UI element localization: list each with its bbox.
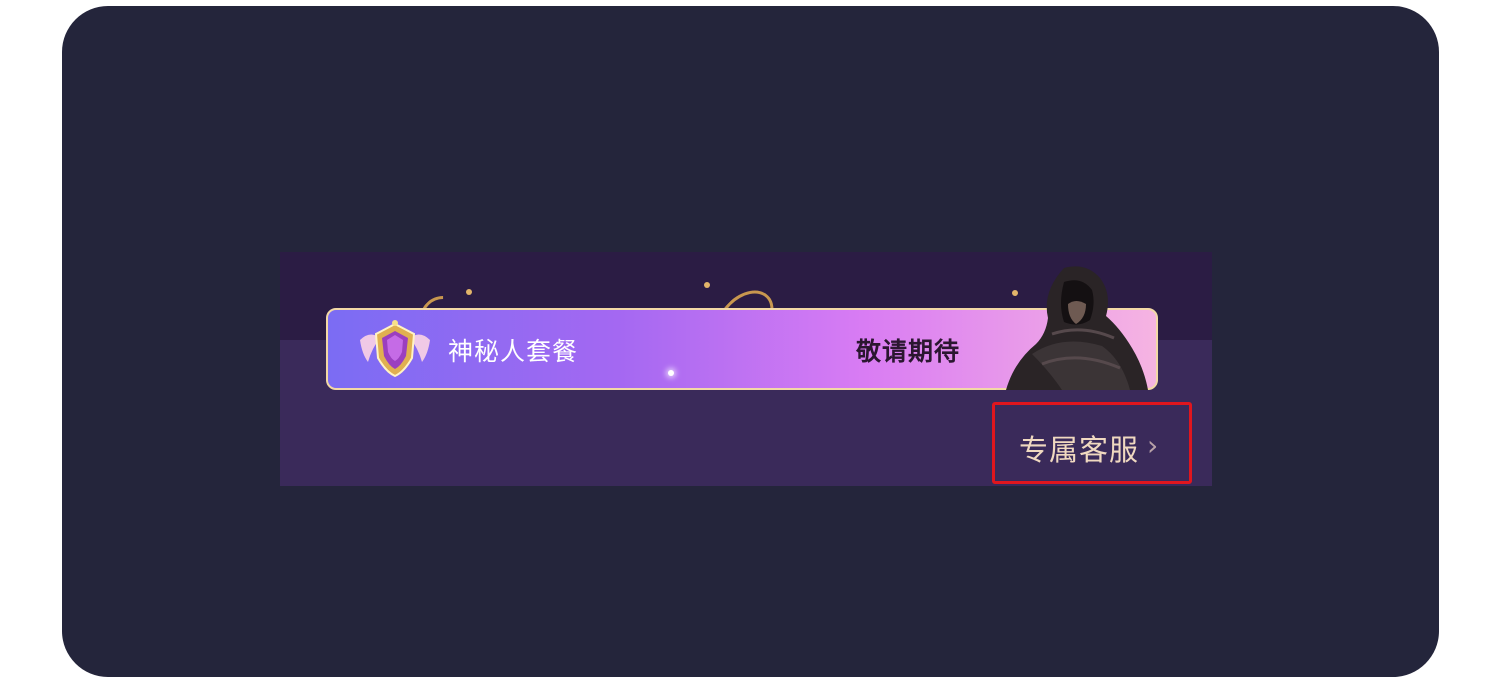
hooded-figure-icon — [1006, 266, 1148, 390]
service-link-label: 专属客服 — [1019, 433, 1140, 467]
exclusive-service-link[interactable]: 专属客服 › — [992, 402, 1192, 484]
chevron-right-icon: › — [1147, 429, 1159, 462]
sparkle-decoration — [668, 370, 674, 376]
package-status: 敬请期待 — [856, 337, 961, 366]
crest-badge-icon — [360, 320, 430, 378]
star-decoration — [466, 289, 472, 295]
package-name: 神秘人套餐 — [448, 337, 579, 366]
membership-banner: 神秘人套餐 敬请期待 专属客服 › — [280, 252, 1212, 486]
star-decoration — [704, 282, 710, 288]
